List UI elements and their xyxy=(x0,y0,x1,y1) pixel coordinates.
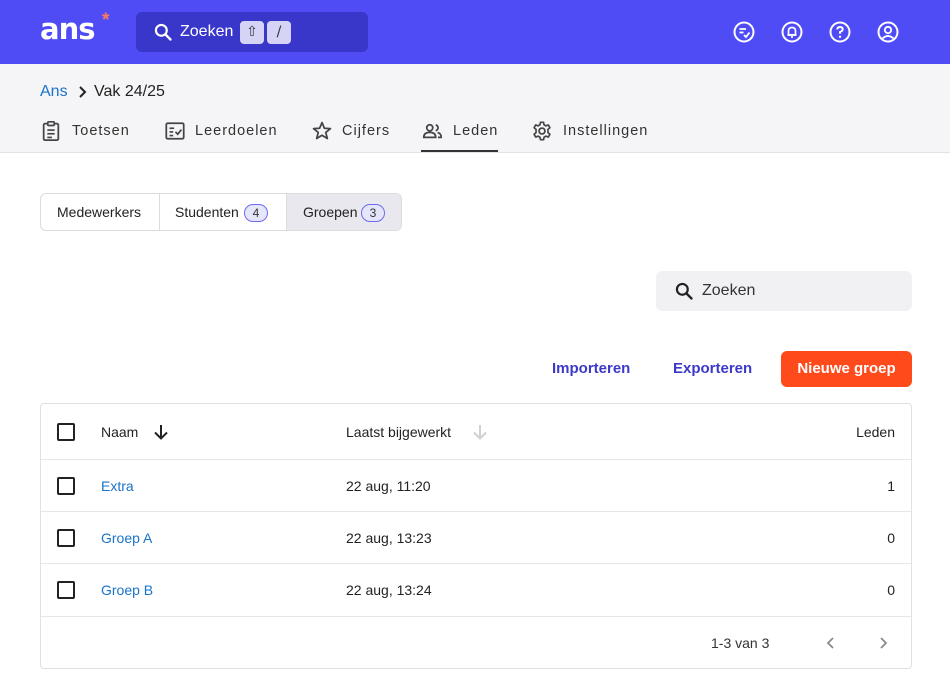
global-search-label: Zoeken xyxy=(180,23,234,40)
column-header-updated[interactable]: Laatst bijgewerkt xyxy=(346,424,451,440)
search-icon xyxy=(154,23,172,41)
top-bar: ans * Zoeken ⇧ / xyxy=(0,0,950,64)
table-row: Groep B 22 aug, 13:24 0 xyxy=(41,564,911,617)
tab-label: Leden xyxy=(453,123,499,139)
last-updated-cell: 22 aug, 13:23 xyxy=(346,530,432,546)
export-button[interactable]: Exporteren xyxy=(673,359,752,379)
column-header-members: Leden xyxy=(856,424,895,440)
checklist-box-icon xyxy=(165,122,185,140)
row-checkbox[interactable] xyxy=(57,529,75,547)
count-badge: 3 xyxy=(361,204,385,222)
next-page-icon[interactable] xyxy=(875,635,891,651)
row-checkbox[interactable] xyxy=(57,581,75,599)
group-name-link[interactable]: Extra xyxy=(101,478,134,494)
select-all-checkbox[interactable] xyxy=(57,423,75,441)
people-icon xyxy=(422,123,443,139)
import-button[interactable]: Importeren xyxy=(552,359,630,379)
chevron-right-icon xyxy=(79,86,87,98)
group-name-link[interactable]: Groep A xyxy=(101,530,152,546)
account-icon[interactable] xyxy=(876,20,900,44)
table-row: Extra 22 aug, 11:20 1 xyxy=(41,460,911,512)
clipboard-icon xyxy=(42,121,60,142)
segment-groepen[interactable]: Groepen 3 xyxy=(287,194,401,230)
tab-label: Instellingen xyxy=(563,123,649,139)
group-name-link[interactable]: Groep B xyxy=(101,582,153,598)
slash-key-hint: / xyxy=(267,21,291,44)
help-icon[interactable] xyxy=(828,20,852,44)
sort-inactive-icon[interactable] xyxy=(471,423,489,441)
tab-label: Toetsen xyxy=(72,123,130,139)
member-count-cell: 1 xyxy=(887,478,895,494)
gear-icon xyxy=(533,121,551,141)
breadcrumb-current: Vak 24/25 xyxy=(94,83,165,100)
table-header-row: Naam Laatst bijgewerkt Leden xyxy=(41,404,911,460)
table-row: Groep A 22 aug, 13:23 0 xyxy=(41,512,911,564)
tab-label: Leerdoelen xyxy=(195,123,278,139)
tab-cijfers[interactable]: Cijfers xyxy=(311,118,391,152)
tab-instellingen[interactable]: Instellingen xyxy=(531,118,653,152)
ans-logo[interactable]: ans * xyxy=(40,11,109,47)
logo-asterisk: * xyxy=(102,10,110,31)
star-icon xyxy=(312,121,332,140)
member-count-cell: 0 xyxy=(887,530,895,546)
segment-label: Groepen xyxy=(303,204,358,220)
bell-icon[interactable] xyxy=(780,20,804,44)
checklist-icon[interactable] xyxy=(732,20,756,44)
group-search-box xyxy=(656,271,912,311)
search-input[interactable] xyxy=(702,280,898,302)
segment-medewerkers[interactable]: Medewerkers xyxy=(41,194,160,230)
global-search-button[interactable]: Zoeken ⇧ / xyxy=(136,12,368,52)
groups-table: Naam Laatst bijgewerkt Leden Extra 22 au… xyxy=(40,403,912,669)
course-header: Ans Vak 24/25 Toetsen Leerdoelen Cijfers xyxy=(0,64,950,153)
logo-text: ans xyxy=(40,12,95,46)
tab-toetsen[interactable]: Toetsen xyxy=(40,118,135,152)
member-count-cell: 0 xyxy=(887,582,895,598)
tab-leerdoelen[interactable]: Leerdoelen xyxy=(164,118,282,152)
last-updated-cell: 22 aug, 13:24 xyxy=(346,582,432,598)
last-updated-cell: 22 aug, 11:20 xyxy=(346,478,431,494)
row-checkbox[interactable] xyxy=(57,477,75,495)
tab-label: Cijfers xyxy=(342,123,391,139)
column-header-name[interactable]: Naam xyxy=(101,424,138,440)
segment-label: Studenten xyxy=(175,204,239,220)
segment-studenten[interactable]: Studenten 4 xyxy=(160,194,287,230)
segment-label: Medewerkers xyxy=(57,204,142,220)
member-type-switcher: Medewerkers Studenten 4 Groepen 3 xyxy=(40,193,402,231)
tab-leden[interactable]: Leden xyxy=(421,118,498,152)
sort-descending-icon[interactable] xyxy=(152,423,170,441)
shift-key-hint: ⇧ xyxy=(240,21,264,44)
previous-page-icon[interactable] xyxy=(823,635,839,651)
new-group-button[interactable]: Nieuwe groep xyxy=(781,351,912,387)
count-badge: 4 xyxy=(244,204,268,222)
pagination-info: 1-3 van 3 xyxy=(711,635,770,651)
search-icon xyxy=(675,282,693,300)
breadcrumb-root-link[interactable]: Ans xyxy=(40,81,68,103)
